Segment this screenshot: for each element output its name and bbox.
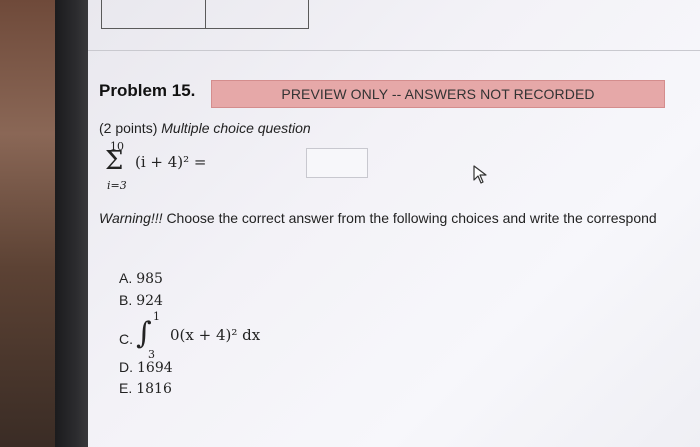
table-cell (206, 0, 309, 28)
warning-label: Warning!!! (99, 210, 163, 226)
integral-sign: ∫ (136, 316, 152, 351)
choice-letter: B. (119, 292, 133, 308)
sigma-symbol: Σ (105, 146, 124, 176)
table-cell (102, 0, 206, 28)
choice-value: 985 (136, 271, 163, 287)
top-table (101, 0, 309, 29)
answer-input[interactable] (306, 148, 368, 178)
summation-expression: 10 Σ i=3 (i + 4)² = (100, 140, 290, 192)
points-label: (2 points) (99, 120, 158, 136)
choice-value: 924 (136, 293, 163, 309)
background-left (0, 0, 62, 447)
question-type: Multiple choice question (161, 120, 311, 136)
choice-value: 1816 (136, 381, 172, 397)
choice-c: C. (119, 331, 133, 347)
choice-letter: E. (119, 380, 133, 396)
choice-letter: A. (119, 270, 133, 286)
choice-value: 1694 (137, 360, 173, 376)
warning-message: Choose the correct answer from the follo… (166, 210, 657, 226)
sum-term: (i + 4)² = (135, 153, 207, 171)
divider (88, 50, 700, 51)
problem-title: Problem 15. (99, 81, 196, 100)
sum-lower-limit: i=3 (107, 179, 127, 192)
integral-upper-limit: 1 (153, 310, 160, 323)
monitor-bezel (55, 0, 89, 447)
choice-d: D. 1694 (119, 359, 173, 376)
warning-text: Warning!!! Choose the correct answer fro… (99, 210, 657, 226)
preview-badge: PREVIEW ONLY -- ANSWERS NOT RECORDED (211, 80, 665, 108)
choice-a: A. 985 (119, 270, 163, 287)
integral-expression: 0(x + 4)² dx (170, 326, 261, 344)
choice-b: B. 924 (119, 292, 163, 309)
choice-letter: D. (119, 359, 133, 375)
mouse-pointer-icon (473, 165, 489, 190)
choice-letter: C. (119, 331, 133, 347)
choice-e: E. 1816 (119, 380, 172, 397)
webwork-page: Problem 15. PREVIEW ONLY -- ANSWERS NOT … (88, 0, 700, 447)
choice-c-integral: ∫ 1 3 0(x + 4)² dx (136, 310, 306, 366)
points-line: (2 points) Multiple choice question (99, 120, 311, 136)
